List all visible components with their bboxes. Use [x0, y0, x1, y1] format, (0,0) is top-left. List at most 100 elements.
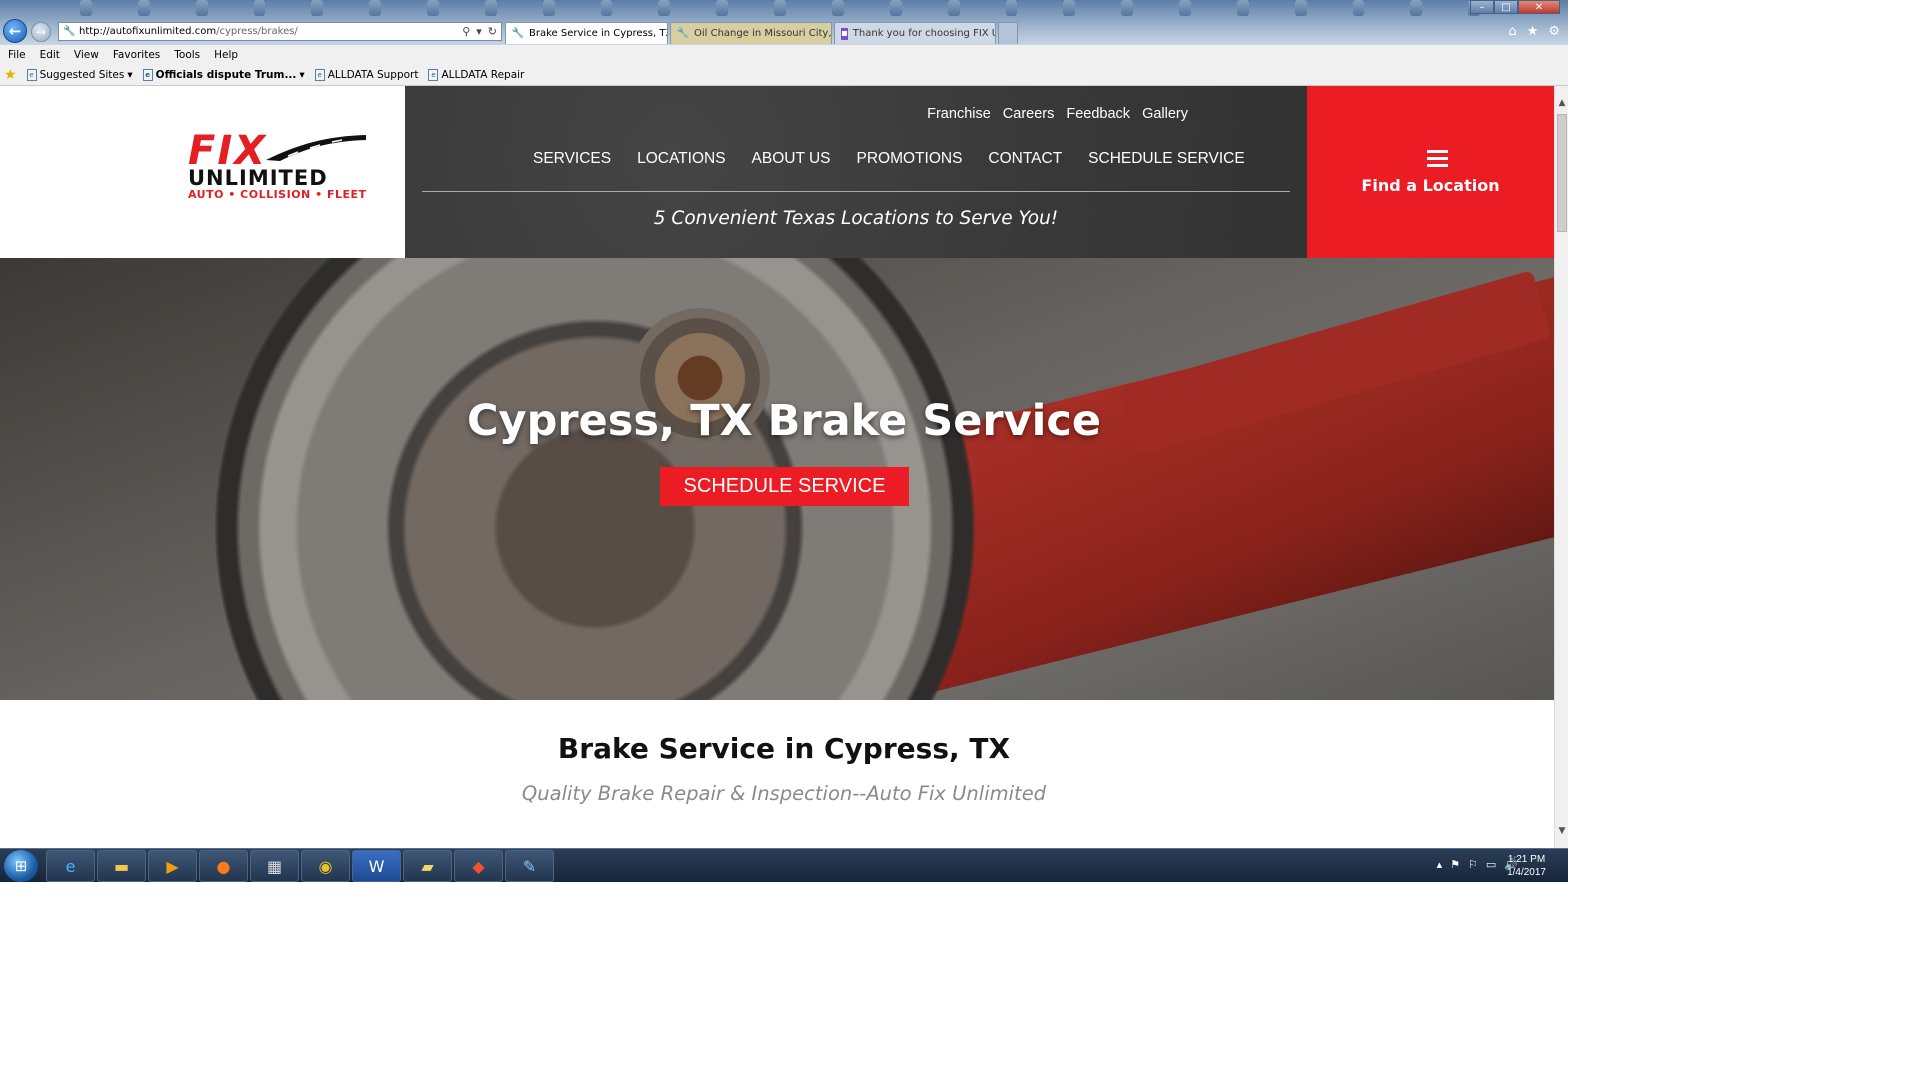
clock-date: 1/4/2017	[1507, 867, 1546, 878]
desktop-icons-strip	[60, 0, 1481, 18]
nav-contact[interactable]: CONTACT	[988, 150, 1062, 168]
refresh-icon[interactable]: ↻	[488, 25, 497, 38]
url-path: /cypress/brakes/	[216, 26, 298, 37]
favorites-bar: ★ e Suggested Sites ▾ e Officials disput…	[0, 64, 1568, 86]
menu-bar: File Edit View Favorites Tools Help	[0, 45, 1568, 64]
display-icon[interactable]: ▭	[1486, 858, 1496, 871]
nav-locations[interactable]: LOCATIONS	[637, 150, 725, 168]
page-icon: ▪	[841, 27, 848, 40]
page-icon: 🔧	[63, 25, 76, 37]
favorite-officials-dispute[interactable]: e Officials dispute Trum... ▾	[142, 68, 305, 81]
utility-links: Franchise Careers Feedback Gallery	[927, 106, 1188, 122]
vertical-scrollbar[interactable]: ▲ ▼	[1554, 86, 1568, 848]
action-center-flag-icon[interactable]: ⚐	[1468, 858, 1478, 871]
menu-help[interactable]: Help	[214, 49, 238, 61]
dropdown-icon[interactable]: ▾	[476, 25, 482, 38]
gear-icon[interactable]: ⚙	[1548, 24, 1560, 39]
page-icon: e	[428, 68, 439, 81]
tab-thank-you[interactable]: ▪ Thank you for choosing FIX Un...	[834, 22, 996, 44]
scroll-down-icon[interactable]: ▼	[1555, 824, 1569, 838]
favorite-alldata-repair[interactable]: e ALLDATA Repair	[428, 68, 525, 81]
link-franchise[interactable]: Franchise	[927, 106, 991, 122]
browser-toolbar-icons: ⌂ ★ ⚙	[1508, 24, 1560, 39]
wrench-icon: 🔧	[511, 28, 525, 39]
firefox-icon[interactable]: ●	[199, 850, 248, 882]
window-controls: – □ ✕	[1470, 0, 1560, 14]
minimize-button[interactable]: –	[1470, 0, 1494, 14]
section-subtitle: Quality Brake Repair & Inspection--Auto …	[521, 782, 1047, 805]
logo-unlimited-text: UNLIMITED	[188, 166, 328, 190]
tab-label: Brake Service in Cypress, TX...	[529, 28, 668, 39]
scroll-thumb[interactable]	[1557, 114, 1567, 232]
hero-title: Cypress, TX Brake Service	[466, 396, 1102, 446]
page-icon: e	[314, 68, 325, 81]
windows-logo-icon: ⊞	[14, 857, 28, 875]
network-icon[interactable]: ⚑	[1450, 858, 1460, 871]
media-player-icon[interactable]: ▶	[148, 850, 197, 882]
menu-favorites[interactable]: Favorites	[113, 49, 160, 61]
back-arrow-icon: ←	[8, 22, 22, 40]
address-bar[interactable]: 🔧 http://autofixunlimited.com/cypress/br…	[58, 22, 502, 41]
paint-icon[interactable]: ✎	[505, 850, 554, 882]
menu-tools[interactable]: Tools	[174, 49, 200, 61]
scroll-up-icon[interactable]: ▲	[1555, 96, 1569, 110]
tab-brake-service[interactable]: 🔧 Brake Service in Cypress, TX... ×	[505, 22, 668, 44]
git-icon[interactable]: ◆	[454, 850, 503, 882]
favorite-label: Officials dispute Trum...	[155, 68, 297, 81]
header-tagline: 5 Convenient Texas Locations to Serve Yo…	[653, 208, 1059, 229]
nav-promotions[interactable]: PROMOTIONS	[856, 150, 962, 168]
nav-divider	[422, 191, 1290, 192]
menu-edit[interactable]: Edit	[40, 49, 60, 61]
find-location-button[interactable]: Find a Location	[1307, 86, 1554, 258]
hero-banner: Cypress, TX Brake Service SCHEDULE SERVI…	[0, 258, 1554, 700]
dropdown-icon: ▾	[127, 68, 133, 81]
url-host: http://autofixunlimited.com	[79, 26, 217, 37]
site-header: FIX UNLIMITED AUTO • COLLISION • FLEET F…	[0, 86, 1554, 258]
favorite-label: ALLDATA Repair	[441, 68, 525, 81]
favorite-label: Suggested Sites	[39, 68, 125, 81]
link-gallery[interactable]: Gallery	[1142, 106, 1188, 122]
tab-oil-change[interactable]: 🔧 Oil Change in Missouri City, T...	[670, 22, 832, 44]
file-explorer-icon[interactable]: ▬	[97, 850, 146, 882]
favorites-star-icon[interactable]: ★	[1527, 24, 1539, 39]
link-careers[interactable]: Careers	[1003, 106, 1055, 122]
main-nav: SERVICES LOCATIONS ABOUT US PROMOTIONS C…	[533, 150, 1245, 168]
taskbar-clock[interactable]: 1:21 PM 1/4/2017	[1507, 853, 1546, 879]
favorite-alldata-support[interactable]: e ALLDATA Support	[314, 68, 418, 81]
show-hidden-icons-icon[interactable]: ▴	[1437, 858, 1443, 871]
tab-label: Thank you for choosing FIX Un...	[852, 28, 995, 39]
hero-schedule-service-button[interactable]: SCHEDULE SERVICE	[660, 467, 909, 506]
dropdown-icon: ▾	[299, 68, 305, 81]
folder-icon[interactable]: ▰	[403, 850, 452, 882]
forward-button[interactable]: →	[31, 22, 51, 42]
nav-services[interactable]: SERVICES	[533, 150, 611, 168]
link-feedback[interactable]: Feedback	[1066, 106, 1130, 122]
maximize-button[interactable]: □	[1494, 0, 1518, 14]
word-icon[interactable]: W	[352, 850, 401, 882]
find-location-label: Find a Location	[1361, 176, 1500, 195]
page-icon: e	[26, 68, 37, 81]
logo-tagline-text: AUTO • COLLISION • FLEET	[188, 188, 367, 201]
new-tab-button[interactable]	[998, 22, 1018, 44]
nav-about-us[interactable]: ABOUT US	[752, 150, 831, 168]
favorite-suggested-sites[interactable]: e Suggested Sites ▾	[26, 68, 133, 81]
back-button[interactable]: ←	[3, 19, 27, 43]
close-window-button[interactable]: ✕	[1518, 0, 1560, 14]
calculator-icon[interactable]: ▦	[250, 850, 299, 882]
menu-file[interactable]: File	[8, 49, 26, 61]
chrome-icon[interactable]: ◉	[301, 850, 350, 882]
home-icon[interactable]: ⌂	[1508, 24, 1516, 39]
search-icon[interactable]: ⚲	[462, 25, 470, 38]
hamburger-menu-icon	[1427, 150, 1448, 167]
tab-label: Oil Change in Missouri City, T...	[694, 28, 832, 39]
favorites-star-icon[interactable]: ★	[4, 67, 17, 83]
clock-time: 1:21 PM	[1507, 854, 1546, 865]
fix-unlimited-logo[interactable]: FIX UNLIMITED AUTO • COLLISION • FLEET	[188, 131, 368, 214]
road-swoosh-icon	[266, 135, 366, 161]
page-icon: e	[142, 68, 153, 81]
nav-schedule-service[interactable]: SCHEDULE SERVICE	[1088, 150, 1244, 168]
system-tray: ▴ ⚑ ⚐ ▭ 🔊	[1437, 858, 1518, 871]
menu-view[interactable]: View	[74, 49, 99, 61]
start-button[interactable]: ⊞	[4, 850, 38, 882]
internet-explorer-icon[interactable]: e	[46, 850, 95, 882]
